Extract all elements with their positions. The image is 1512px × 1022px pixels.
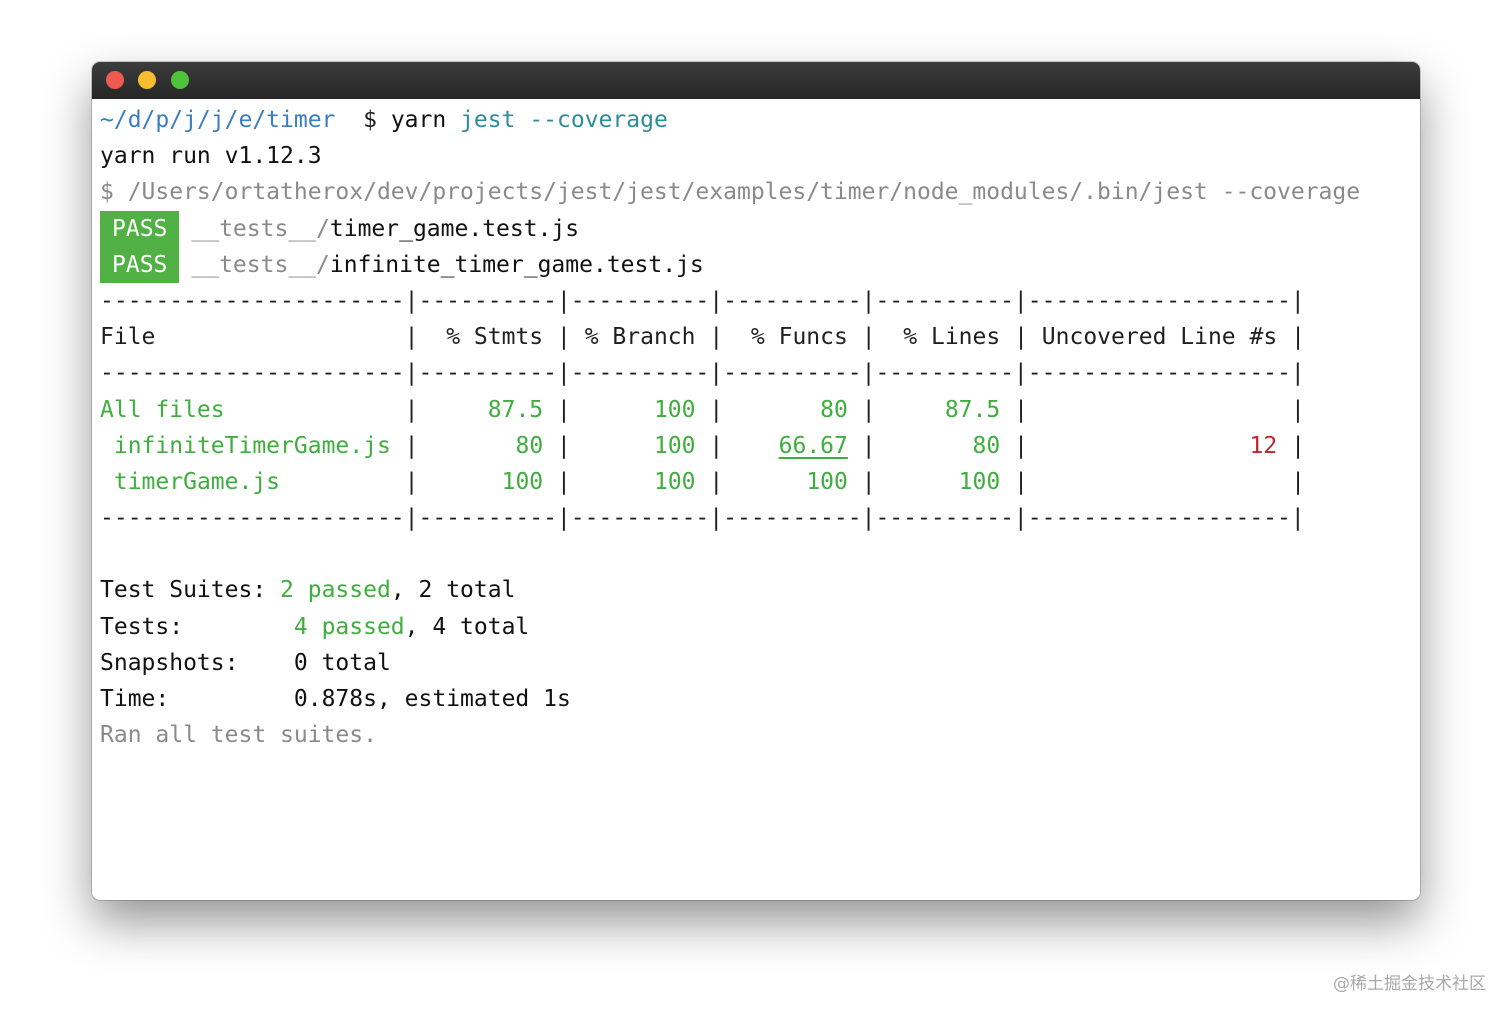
tests-passed: 4 passed xyxy=(293,613,405,640)
snapshots-label: Snapshots: xyxy=(100,649,239,676)
column-divider: | xyxy=(861,468,876,495)
coverage-branch-value: 100 xyxy=(653,432,696,459)
tests-total: , 4 total xyxy=(404,613,530,640)
coverage-file-name: infiniteTimerGame.js xyxy=(113,432,391,459)
minimize-window-button[interactable] xyxy=(138,71,156,89)
exec-path-line: $ /Users/ortatherox/dev/projects/jest/je… xyxy=(100,179,1361,206)
table-separator: ----------------------|----------|------… xyxy=(100,505,1305,532)
column-divider: | xyxy=(1291,468,1305,495)
column-divider: | xyxy=(1291,396,1305,423)
prompt-line: ~/d/p/j/j/e/timer $ yarn jest --coverage xyxy=(100,102,1412,138)
coverage-header-row: File | % Stmts | % Branch | % Funcs | % … xyxy=(100,319,1412,355)
header-stmts: % Stmts xyxy=(446,324,544,351)
header-lines: % Lines xyxy=(903,324,1001,351)
coverage-lines-value: 100 xyxy=(958,468,1001,495)
coverage-uncovered-value: 12 xyxy=(1249,432,1278,459)
prompt-path: ~/d/p/j/j/e/timer xyxy=(100,107,336,133)
coverage-funcs-value: 100 xyxy=(806,468,848,495)
summary-suites: Test Suites: 2 passed, 2 total xyxy=(100,572,1412,608)
maximize-window-button[interactable] xyxy=(171,71,189,89)
test-dir: __tests__/ xyxy=(191,215,330,242)
test-file: timer_game.test.js xyxy=(329,215,580,242)
coverage-lines-value: 87.5 xyxy=(944,396,1001,423)
terminal-window: ~/d/p/j/j/e/timer $ yarn jest --coverage… xyxy=(92,62,1420,900)
test-result-row: PASS __tests__/infinite_timer_game.test.j… xyxy=(100,246,1412,283)
suites-total: , 2 total xyxy=(390,577,516,604)
suites-label: Test Suites: xyxy=(100,577,267,604)
summary-snapshots: Snapshots: 0 total xyxy=(100,645,1412,681)
coverage-file-name: All files xyxy=(100,396,225,423)
column-divider: | xyxy=(861,432,876,459)
coverage-row: All files | 87.5 | 100 | 80 | 87.5 | | xyxy=(100,392,1412,428)
column-divider: | xyxy=(1291,432,1305,459)
column-divider: | xyxy=(557,432,571,459)
header-uncovered: Uncovered Line #s xyxy=(1041,324,1278,351)
coverage-file-name: timerGame.js xyxy=(113,468,281,495)
coverage-stmts-value: 80 xyxy=(515,432,544,459)
time-value: 0.878s, estimated 1s xyxy=(293,686,571,712)
tests-label: Tests: xyxy=(100,613,184,640)
terminal-output[interactable]: ~/d/p/j/j/e/timer $ yarn jest --coverage… xyxy=(100,102,1412,900)
close-window-button[interactable] xyxy=(106,71,124,89)
table-separator: ----------------------|----------|------… xyxy=(100,360,1305,387)
column-divider: | xyxy=(404,396,419,423)
summary-tests: Tests: 4 passed, 4 total xyxy=(100,609,1412,645)
column-divider: | xyxy=(1014,396,1028,423)
window-titlebar xyxy=(92,62,1420,99)
suites-passed: 2 passed xyxy=(280,577,391,604)
test-file: infinite_timer_game.test.js xyxy=(329,251,704,278)
coverage-stmts-value: 87.5 xyxy=(487,396,544,423)
column-divider: | xyxy=(709,432,724,459)
column-divider: | xyxy=(709,396,724,423)
yarn-version-line: yarn run v1.12.3 xyxy=(100,143,322,170)
coverage-funcs-value: 80 xyxy=(820,396,848,423)
coverage-branch-value: 100 xyxy=(653,396,696,423)
command-args: jest --coverage xyxy=(460,107,668,133)
column-divider: | xyxy=(1014,324,1028,351)
time-label: Time: xyxy=(100,686,170,712)
pass-badge: PASS xyxy=(100,210,180,247)
snapshots-value: 0 total xyxy=(293,649,391,676)
prompt-symbol: $ xyxy=(363,107,377,133)
column-divider: | xyxy=(404,324,419,351)
command-name: yarn xyxy=(390,107,447,133)
summary-time: Time: 0.878s, estimated 1s xyxy=(100,681,1412,717)
column-divider: | xyxy=(557,396,571,423)
coverage-row: timerGame.js | 100 | 100 | 100 | 100 | | xyxy=(100,464,1412,500)
coverage-lines-value: 80 xyxy=(972,432,1001,459)
watermark: @稀土掘金技术社区 xyxy=(1333,974,1486,994)
coverage-branch-value: 100 xyxy=(653,468,696,495)
column-divider: | xyxy=(709,468,724,495)
test-dir: __tests__/ xyxy=(191,251,330,278)
column-divider: | xyxy=(557,324,571,351)
column-divider: | xyxy=(861,396,876,423)
pass-badge: PASS xyxy=(100,246,180,283)
summary-footer: Ran all test suites. xyxy=(100,722,377,749)
coverage-funcs-value: 66.67 xyxy=(778,432,848,459)
column-divider: | xyxy=(861,324,876,351)
column-divider: | xyxy=(709,324,724,351)
column-divider: | xyxy=(404,468,419,495)
header-file: File xyxy=(100,324,156,351)
column-divider: | xyxy=(1014,468,1028,495)
column-divider: | xyxy=(1291,324,1305,351)
column-divider: | xyxy=(557,468,571,495)
column-divider: | xyxy=(404,432,419,459)
test-result-row: PASS __tests__/timer_game.test.js xyxy=(100,210,1412,247)
table-separator: ----------------------|----------|------… xyxy=(100,287,1305,314)
header-funcs: % Funcs xyxy=(750,324,848,351)
header-branch: % Branch xyxy=(584,324,696,351)
coverage-stmts-value: 100 xyxy=(501,468,544,495)
column-divider: | xyxy=(1014,432,1028,459)
coverage-row: infiniteTimerGame.js | 80 | 100 | 66.67 … xyxy=(100,428,1412,464)
